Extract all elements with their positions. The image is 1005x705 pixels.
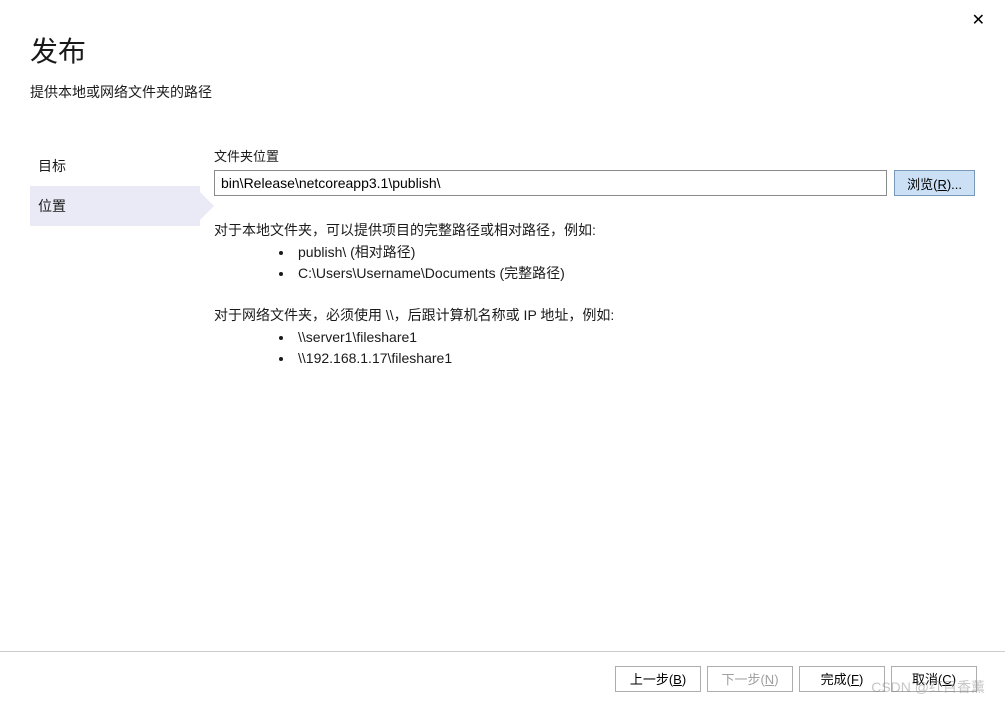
browse-suffix: )... <box>947 177 962 192</box>
page-subtitle: 提供本地或网络文件夹的路径 <box>30 82 975 102</box>
browse-prefix: 浏览( <box>907 177 937 192</box>
sidebar: 目标 位置 <box>30 146 200 390</box>
sidebar-item-target[interactable]: 目标 <box>30 146 200 186</box>
browse-accel: R <box>937 177 946 192</box>
help-text: 对于本地文件夹，可以提供项目的完整路径或相对路径，例如: publish\ (相… <box>214 220 975 370</box>
help-local-intro: 对于本地文件夹，可以提供项目的完整路径或相对路径，例如: <box>214 220 975 242</box>
help-local-example: publish\ (相对路径) <box>294 242 975 264</box>
cancel-button[interactable]: 取消(C) <box>891 666 977 692</box>
folder-location-input[interactable] <box>214 170 887 196</box>
next-button: 下一步(N) <box>707 666 793 692</box>
help-net-example: \\server1\fileshare1 <box>294 327 975 349</box>
sidebar-item-location[interactable]: 位置 <box>30 186 200 226</box>
browse-button[interactable]: 浏览(R)... <box>894 170 975 196</box>
help-local-example: C:\Users\Username\Documents (完整路径) <box>294 263 975 285</box>
back-button[interactable]: 上一步(B) <box>615 666 701 692</box>
page-title: 发布 <box>30 30 975 70</box>
finish-button[interactable]: 完成(F) <box>799 666 885 692</box>
dialog-header: 发布 提供本地或网络文件夹的路径 <box>0 0 1005 116</box>
close-icon[interactable]: ✕ <box>966 8 991 32</box>
main-panel: 文件夹位置 浏览(R)... 对于本地文件夹，可以提供项目的完整路径或相对路径，… <box>200 146 975 390</box>
folder-location-label: 文件夹位置 <box>214 146 975 165</box>
help-net-intro: 对于网络文件夹，必须使用 \\，后跟计算机名称或 IP 地址，例如: <box>214 305 975 327</box>
help-net-example: \\192.168.1.17\fileshare1 <box>294 348 975 370</box>
dialog-footer: 上一步(B) 下一步(N) 完成(F) 取消(C) <box>0 651 1005 705</box>
